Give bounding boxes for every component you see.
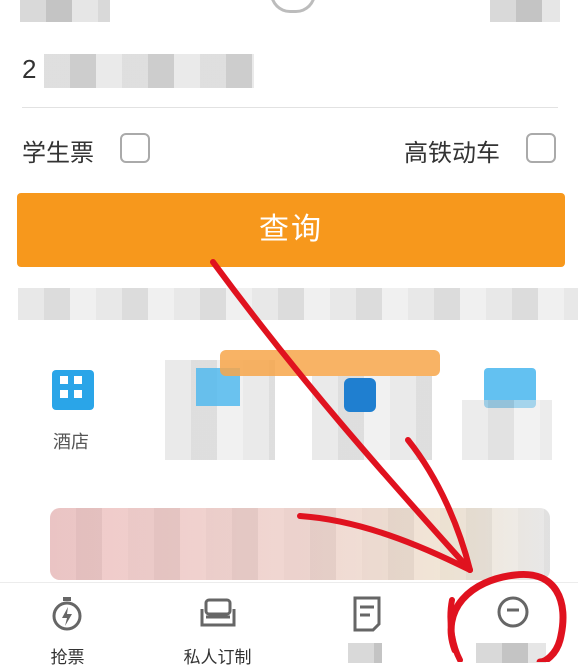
annotation-overlay	[210, 259, 567, 662]
annotation-circle	[447, 570, 567, 662]
annotation-arrow-head-right	[405, 437, 473, 573]
